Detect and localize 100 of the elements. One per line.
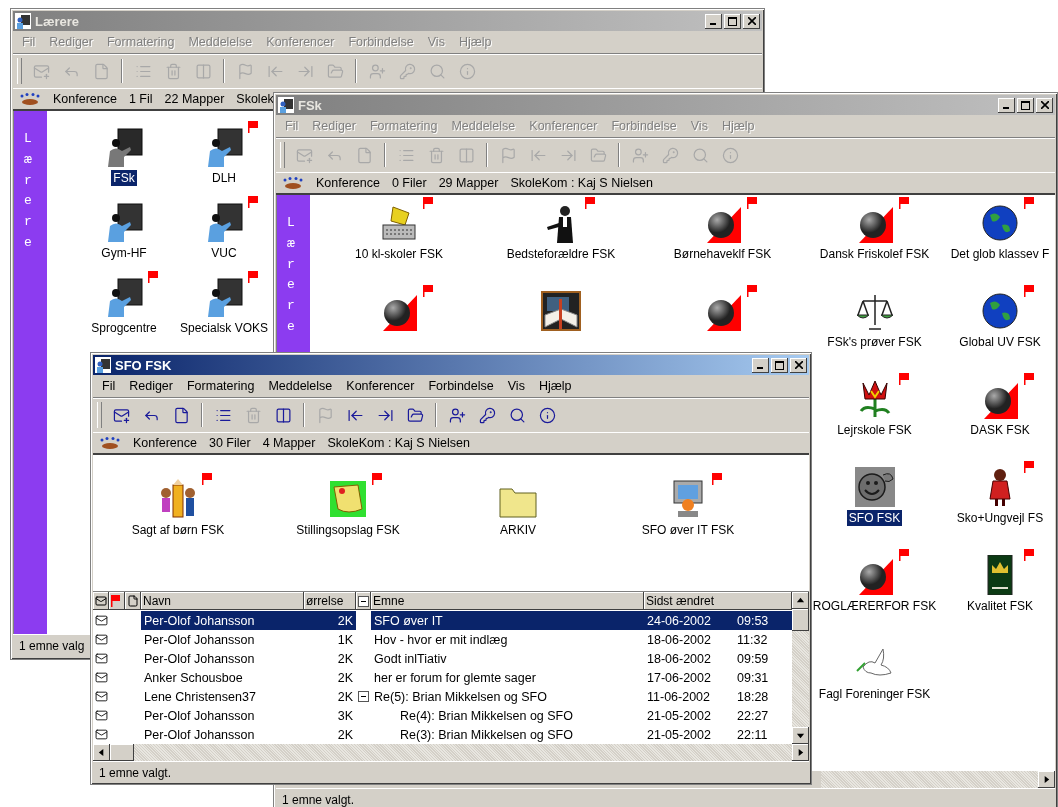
item-label[interactable]: DASK FSK (968, 422, 1032, 438)
scroll-right-button[interactable] (792, 744, 809, 761)
item-label[interactable]: SFO FSK (846, 510, 903, 526)
menu-item[interactable]: Fil (95, 379, 123, 393)
info-text: Skolek (236, 92, 274, 106)
item-label[interactable]: ROGLÆRERFOR FSK (810, 598, 939, 614)
close-button[interactable] (743, 13, 760, 29)
info-text: Konference (53, 92, 117, 106)
minimize-button[interactable] (998, 97, 1015, 113)
item-label[interactable]: Kvalitet FSK (965, 598, 1035, 614)
scroll-down-button[interactable] (792, 727, 809, 744)
menu-item[interactable]: Forbindelse (421, 379, 501, 393)
key-icon (398, 62, 416, 80)
maximize-button[interactable] (724, 13, 741, 29)
time-cell-text: 18:28 (736, 688, 770, 706)
horizontal-scrollbar[interactable] (821, 771, 1055, 788)
item-label[interactable]: FSk's prøver FSK (825, 334, 924, 350)
time-cell-text: 22:11 (736, 726, 769, 744)
info-text: 29 Mapper (438, 176, 499, 190)
info-text: SkoleKom : Kaj S Nielsen (510, 176, 653, 190)
item-label[interactable]: Det glob klassev F (948, 246, 1052, 262)
menu-item[interactable]: Konferencer (339, 379, 422, 393)
item-label[interactable]: Stillingsopslag FSK (294, 522, 402, 538)
menu-item[interactable]: Vis (500, 379, 532, 393)
window-icon (95, 357, 111, 373)
time-cell-text: 22:27 (736, 707, 770, 725)
window-title: SFO FSK (115, 357, 172, 373)
status-text: 1 emne valgt. (282, 793, 355, 807)
scroll-up-button[interactable] (792, 592, 809, 609)
search-icon (691, 146, 709, 164)
item-label[interactable]: Sprogcentre (89, 320, 159, 336)
close-icon (747, 17, 756, 25)
column-header[interactable]: Emne (371, 592, 644, 610)
name-cell-text: Per-Olof Johansson (143, 726, 256, 744)
name-cell: Per-Olof Johansson (141, 611, 304, 630)
info-text: Konference (133, 436, 197, 450)
folder-icon (589, 146, 607, 164)
subject-cell-text: her er forum for glemte sager (373, 669, 537, 687)
maximize-button[interactable] (771, 357, 788, 373)
folder-icon (326, 62, 344, 80)
flag-icon (499, 146, 517, 164)
item-label[interactable]: Fagl Foreninger FSK (816, 686, 933, 702)
column-header[interactable]: Sidst ændret (644, 592, 792, 610)
item-label[interactable]: Børnehaveklf FSK (671, 246, 774, 262)
menu-item[interactable]: Rediger (122, 379, 180, 393)
status-text: 1 emne valg (19, 639, 85, 653)
item-label[interactable]: Sko+Ungvejl FS (954, 510, 1046, 526)
envelope-icon (94, 671, 108, 684)
scroll-left-button[interactable] (93, 744, 110, 761)
item-label[interactable]: Dansk Friskolef FSK (817, 246, 932, 262)
window-title: Lærere (35, 13, 80, 29)
item-label[interactable]: Gym-HF (99, 245, 149, 261)
item-label[interactable]: Lejrskole FSK (835, 422, 914, 438)
menu-item[interactable]: Formatering (180, 379, 262, 393)
maximize-button[interactable] (1017, 97, 1034, 113)
file-icon (172, 406, 190, 424)
minimize-button[interactable] (752, 357, 769, 373)
item-label[interactable]: Sagt af børn FSK (129, 522, 227, 538)
search-icon (428, 62, 446, 80)
folder-icon (406, 406, 424, 424)
collapse-icon[interactable] (358, 691, 369, 702)
subject-cell-text: Re(4): Brian Mikkelsen og SFO (399, 707, 574, 725)
menu-item[interactable]: Meddelelse (261, 379, 340, 393)
search-icon (508, 406, 526, 424)
date-cell-text: 11-06-2002 (646, 688, 711, 706)
item-label[interactable]: Global UV FSK (957, 334, 1043, 350)
collapse-icon[interactable] (358, 595, 369, 607)
arrow-up-icon (796, 596, 805, 605)
menu-item[interactable]: Hjælp (531, 379, 579, 393)
maximize-icon (1021, 100, 1030, 110)
user-plus-icon (631, 146, 649, 164)
sidebar-label: Lærere (24, 130, 33, 252)
item-label[interactable]: VUC (209, 245, 239, 261)
envelope-icon (94, 690, 108, 703)
close-button[interactable] (790, 357, 807, 373)
item-label[interactable]: 10 kl-skoler FSK (353, 246, 445, 262)
window-title: FSk (298, 97, 322, 113)
item-label[interactable]: FSk (111, 170, 137, 186)
subject-cell: SFO øver IT (371, 611, 644, 630)
minimize-button[interactable] (705, 13, 722, 29)
arrow-right-icon (796, 748, 805, 757)
time-cell-text: 11:32 (736, 631, 769, 649)
horizontal-scrollbar[interactable] (93, 744, 809, 761)
name-cell-text: Lene Christensen37 (143, 688, 257, 706)
scroll-thumb[interactable] (110, 744, 134, 761)
column-header[interactable]: ørrelse (304, 592, 356, 610)
item-label[interactable]: SFO øver IT FSK (639, 522, 737, 538)
scroll-thumb[interactable] (792, 609, 809, 631)
item-label[interactable]: Bedsteforældre FSK (504, 246, 618, 262)
column-header[interactable]: Navn (141, 592, 304, 610)
scroll-right-button[interactable] (1038, 771, 1055, 788)
item-label[interactable]: DLH (210, 170, 238, 186)
info-text: 4 Mapper (262, 436, 316, 450)
close-button[interactable] (1036, 97, 1053, 113)
info-icon (458, 62, 476, 80)
key-icon (661, 146, 679, 164)
vertical-scrollbar[interactable] (792, 592, 809, 744)
item-label[interactable]: Specialsk VOKS (177, 320, 270, 336)
item-label[interactable]: ARKIV (498, 522, 538, 538)
trash-icon (164, 62, 182, 80)
